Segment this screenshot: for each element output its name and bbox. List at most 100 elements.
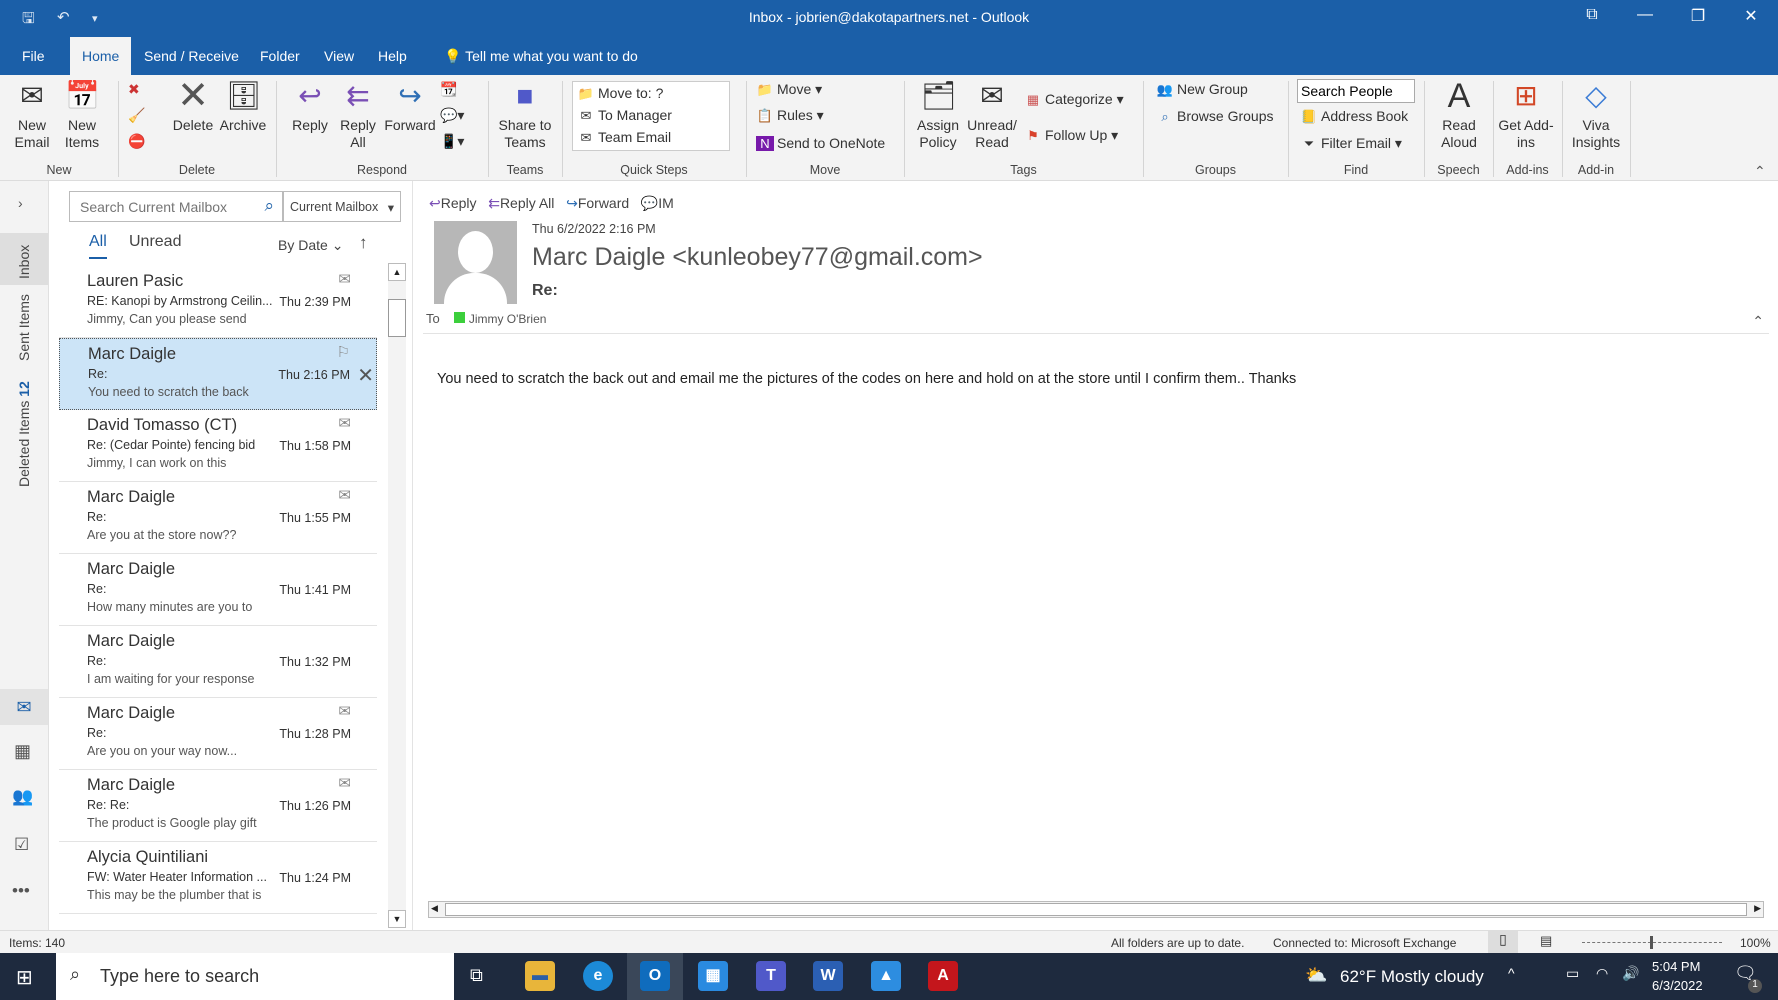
reply-button[interactable]: ↩ Reply [286, 79, 334, 134]
list-scrollbar[interactable]: ▲ ▼ [388, 263, 406, 928]
new-items-button[interactable]: 📅 New Items [56, 79, 108, 151]
quick-step-to-manager[interactable]: ✉ To Manager [577, 107, 672, 124]
scroll-up-icon[interactable]: ▲ [388, 263, 406, 281]
battery-icon[interactable]: ▭ [1566, 965, 1579, 982]
reading-reply-button[interactable]: ↩Reply [429, 195, 477, 211]
archive-button[interactable]: 🗄 Archive [218, 79, 268, 134]
expand-folder-pane-icon[interactable]: › [18, 195, 23, 211]
follow-up-button[interactable]: ⚑ Follow Up ▾ [1024, 127, 1118, 144]
more-respond-icon[interactable]: 📱▾ [440, 133, 464, 150]
rules-button[interactable]: 📋 Rules ▾ [756, 107, 824, 124]
read-aloud-button[interactable]: A Read Aloud [1430, 79, 1488, 151]
tab-file[interactable]: File [10, 37, 57, 75]
new-email-button[interactable]: ✉ New Email [8, 79, 56, 151]
collapse-header-icon[interactable]: ⌃ [1752, 313, 1764, 330]
tell-me-box[interactable]: 💡 Tell me what you want to do [432, 37, 650, 75]
quick-step-team-email[interactable]: ✉ Team Email [577, 129, 672, 146]
move-button[interactable]: 📁 Move ▾ [756, 81, 822, 98]
reading-reply-all-button[interactable]: ⇇Reply All [488, 195, 554, 211]
nav-deleted-items[interactable]: Deleted Items 12 [0, 371, 48, 491]
collapse-ribbon-icon[interactable]: ⌃ [1754, 163, 1766, 180]
zoom-slider[interactable] [1582, 936, 1722, 949]
mail-icon[interactable]: ✉ [0, 689, 48, 725]
categorize-button[interactable]: ▦ Categorize ▾ [1024, 91, 1124, 108]
address-book-button[interactable]: 📒 Address Book [1300, 108, 1408, 125]
tab-help[interactable]: Help [366, 37, 419, 75]
new-group-button[interactable]: 👥 New Group [1156, 81, 1248, 98]
edge-icon[interactable]: e [583, 961, 613, 991]
zoom-slider-thumb[interactable] [1650, 936, 1653, 949]
clock-date[interactable]: 6/3/2022 [1652, 978, 1703, 993]
horizontal-scrollbar[interactable]: ◀ ▶ [428, 901, 1764, 918]
network-icon[interactable]: ◠ [1596, 965, 1608, 982]
windows-start-icon[interactable]: ⊞ [16, 965, 33, 990]
share-to-teams-button[interactable]: ■ Share to Teams [494, 79, 556, 151]
filter-unread-tab[interactable]: Unread [129, 233, 181, 251]
minimize-button[interactable]: — [1630, 6, 1660, 24]
volume-icon[interactable]: 🔊 [1622, 965, 1639, 982]
sort-direction-icon[interactable]: ↑ [359, 233, 368, 253]
unread-read-button[interactable]: ✉ Unread/ Read [964, 79, 1020, 151]
sort-by-dropdown[interactable]: By Date ⌄ [278, 237, 343, 254]
forward-button[interactable]: ↪ Forward [382, 79, 438, 134]
people-icon[interactable]: 👥 [12, 787, 33, 807]
outlook-icon[interactable]: O [640, 961, 670, 991]
taskbar-search-box[interactable]: ⌕ Type here to search [56, 953, 454, 1000]
delete-button[interactable]: ✕ Delete [168, 77, 218, 134]
recipient-name[interactable]: Jimmy O'Brien [469, 312, 547, 326]
message-list-item[interactable]: Marc Daigle Re: Re: The product is Googl… [59, 770, 377, 842]
message-list-item[interactable]: Marc Daigle Re: Are you on your way now.… [59, 698, 377, 770]
photos-icon[interactable]: ▲ [871, 961, 901, 991]
filter-all-tab[interactable]: All [89, 233, 107, 259]
tab-send-receive[interactable]: Send / Receive [132, 37, 251, 75]
search-icon[interactable]: ⌕ [264, 196, 274, 216]
message-list-item[interactable]: Marc Daigle Re: You need to scratch the … [59, 338, 377, 410]
zoom-level[interactable]: 100% [1740, 936, 1771, 950]
word-icon[interactable]: W [813, 961, 843, 991]
search-people-input[interactable] [1297, 79, 1415, 103]
tab-home[interactable]: Home [70, 37, 132, 75]
im-reply-icon[interactable]: 💬▾ [440, 107, 464, 124]
normal-view-icon[interactable]: ▯ [1488, 931, 1518, 953]
assign-policy-button[interactable]: 🗂 Assign Policy [912, 79, 964, 151]
reply-all-button[interactable]: ⇇ Reply All [334, 79, 382, 151]
delete-message-icon[interactable]: ✕ [357, 363, 374, 388]
browse-groups-button[interactable]: ⌕ Browse Groups [1156, 108, 1273, 125]
more-apps-icon[interactable]: ••• [12, 881, 30, 901]
ignore-icon[interactable]: ✖ [128, 81, 140, 98]
h-scroll-thumb[interactable] [445, 903, 1747, 916]
tab-folder[interactable]: Folder [248, 37, 312, 75]
message-sender[interactable]: Marc Daigle <kunleobey77@gmail.com> [532, 243, 983, 272]
search-mailbox-input[interactable] [70, 192, 250, 221]
scroll-thumb[interactable] [388, 299, 406, 337]
viva-insights-button[interactable]: ◇ Viva Insights [1566, 79, 1626, 151]
message-list-item[interactable]: Marc Daigle Re: Are you at the store now… [59, 482, 377, 554]
teams-icon[interactable]: T [756, 961, 786, 991]
message-list-item[interactable]: Marc Daigle Re: I am waiting for your re… [59, 626, 377, 698]
get-addins-button[interactable]: ⊞ Get Add-ins [1498, 79, 1554, 151]
message-list-item[interactable]: David Tomasso (CT) Re: (Cedar Pointe) fe… [59, 410, 377, 482]
scroll-down-icon[interactable]: ▼ [388, 910, 406, 928]
scroll-left-icon[interactable]: ◀ [431, 903, 438, 914]
nav-inbox[interactable]: Inbox [0, 233, 48, 285]
search-scope-dropdown[interactable]: Current Mailbox ▾ [283, 191, 401, 222]
nav-sent-items[interactable]: Sent Items [0, 289, 48, 369]
file-explorer-icon[interactable]: ▬ [525, 961, 555, 991]
quick-step-move-to[interactable]: 📁 Move to: ? [577, 85, 663, 102]
filter-email-button[interactable]: ⏷ Filter Email ▾ [1300, 135, 1402, 152]
calendar-app-icon[interactable]: ▦ [698, 961, 728, 991]
reading-view-icon[interactable]: ▤ [1540, 933, 1552, 949]
restore-button[interactable]: ❐ [1683, 6, 1713, 26]
clock-time[interactable]: 5:04 PM [1652, 959, 1700, 974]
ribbon-display-icon[interactable]: ⧉ [1577, 6, 1607, 24]
reading-im-button[interactable]: 💬IM [641, 195, 674, 211]
weather-text[interactable]: 62°F Mostly cloudy [1340, 967, 1484, 987]
message-list-item[interactable]: Lauren Pasic RE: Kanopi by Armstrong Cei… [59, 266, 377, 338]
send-to-onenote-button[interactable]: N Send to OneNote [756, 135, 885, 151]
scroll-right-icon[interactable]: ▶ [1754, 903, 1761, 914]
tasks-icon[interactable]: ☑ [14, 835, 29, 855]
task-view-icon[interactable]: ⧉ [470, 965, 483, 986]
meeting-icon[interactable]: 📆 [440, 81, 457, 98]
reading-forward-button[interactable]: ↪Forward [566, 195, 629, 211]
tab-view[interactable]: View [312, 37, 366, 75]
